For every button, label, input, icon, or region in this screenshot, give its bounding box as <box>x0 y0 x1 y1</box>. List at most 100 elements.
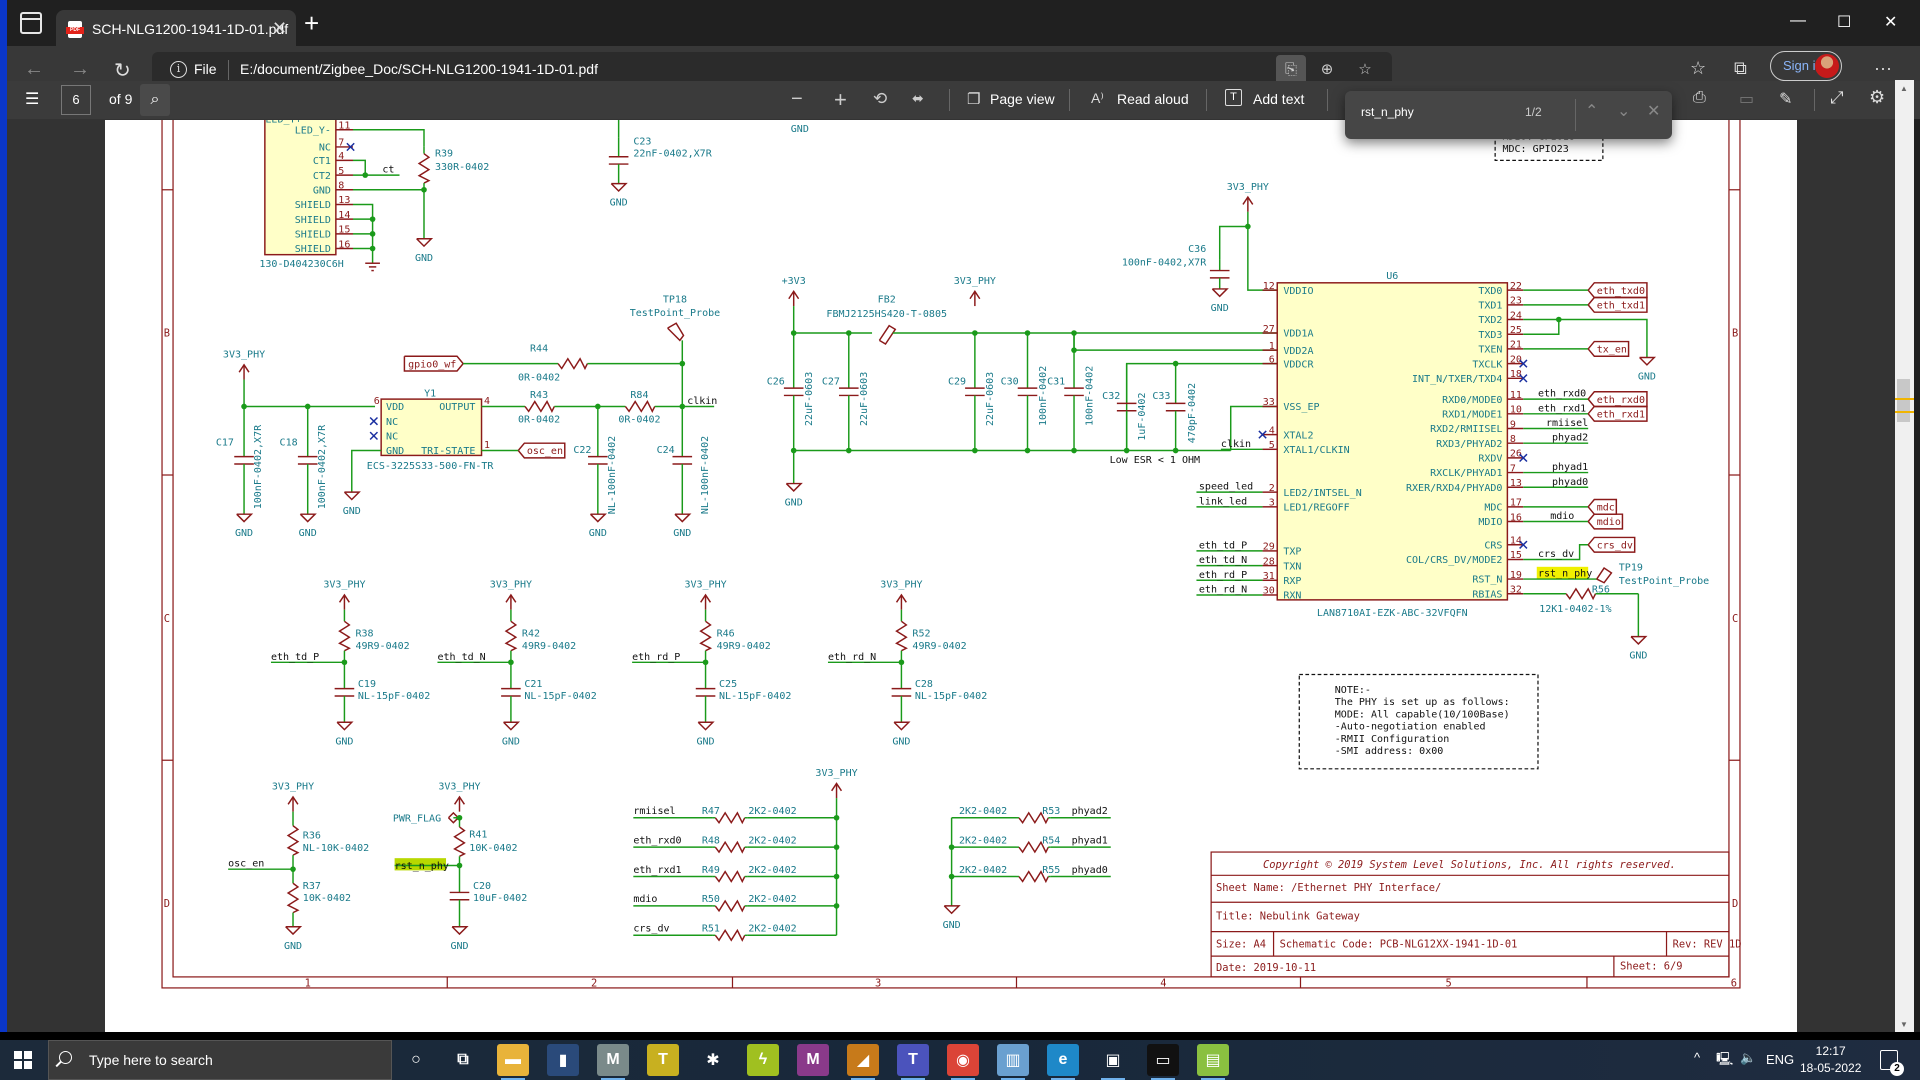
junction-dot <box>1071 447 1077 454</box>
save-icon[interactable]: ▭ <box>1739 89 1754 109</box>
more-menu-icon[interactable]: ··· <box>1874 58 1892 79</box>
table-of-contents-icon[interactable]: ☰ <box>25 89 39 109</box>
taskbar-app-notepad-plus[interactable]: ▤ <box>1197 1044 1229 1080</box>
scroll-up-arrow[interactable]: ▲ <box>1900 84 1908 93</box>
favorites-list-icon[interactable]: ☆ <box>1690 58 1706 79</box>
page-view-button[interactable]: Page view <box>990 91 1055 107</box>
taskbar-app-chrome[interactable]: ◉ <box>947 1044 979 1080</box>
reload-button[interactable]: ↻ <box>114 58 131 83</box>
zoom-out-button[interactable]: − <box>791 88 803 111</box>
component-ref: FB2 <box>878 294 896 305</box>
wire <box>697 721 715 731</box>
taskbar-app-file-explorer[interactable]: ▬ <box>497 1044 529 1080</box>
ic-pin-name: RXP <box>1283 576 1301 587</box>
taskbar-app-device-app[interactable]: ▣ <box>1097 1044 1129 1080</box>
net-label: eth_td_P <box>271 652 319 663</box>
save-as-icon[interactable]: ✎ <box>1779 89 1792 109</box>
gnd-label: GND <box>589 528 607 539</box>
back-button[interactable]: ← <box>24 58 44 81</box>
scroll-down-arrow[interactable]: ▼ <box>1900 1020 1908 1029</box>
taskbar-app-sticky-notes[interactable]: ◢ <box>847 1044 879 1080</box>
taskbar-app-cmd[interactable]: ▭ <box>1147 1044 1179 1080</box>
new-tab-button[interactable]: + <box>304 10 319 36</box>
connector-pin-name: NC <box>319 143 331 154</box>
component-ref: C17 <box>216 438 234 449</box>
previous-match-button[interactable]: ⌃ <box>1585 101 1598 121</box>
junction-dot <box>845 447 852 454</box>
network-icon[interactable]: 🖳 <box>1716 1050 1733 1072</box>
minimize-button[interactable]: — <box>1790 12 1806 30</box>
info-icon[interactable]: i <box>170 61 187 78</box>
zoom-in-button[interactable]: + <box>834 87 847 113</box>
net-label: eth_td_P <box>1199 540 1247 551</box>
taskbar-app-terminal-t[interactable]: T <box>647 1044 679 1076</box>
taskbar-app-winrar[interactable]: ▥ <box>997 1044 1029 1080</box>
page-number-input[interactable]: 6 <box>61 85 91 115</box>
taskbar-app-edge[interactable]: e <box>1047 1044 1079 1080</box>
maximize-button[interactable]: ☐ <box>1837 12 1851 32</box>
find-match-marker <box>1895 398 1914 400</box>
wire <box>503 721 521 731</box>
taskbar-app-power-app[interactable]: ϟ <box>747 1044 779 1076</box>
forward-button[interactable]: → <box>70 58 90 81</box>
gnd-label: GND <box>299 528 317 539</box>
close-window-button[interactable]: ✕ <box>1884 12 1897 32</box>
schematic-label: GND <box>386 446 404 457</box>
taskbar-app-tool-app[interactable]: ✱ <box>697 1044 729 1076</box>
wire <box>286 882 300 914</box>
taskbar-app-putty-like[interactable]: ▮ <box>547 1044 579 1076</box>
url-text[interactable]: E:/document/Zigbee_Doc/SCH-NLG1200-1941-… <box>240 61 598 77</box>
net-label: phyad0 <box>1072 865 1108 876</box>
browser-titlebar: SCH-NLG1200-1941-1D-01.pdf ✕ + — ☐ ✕ <box>0 0 1920 50</box>
fullscreen-icon[interactable]: ⤢ <box>1830 88 1844 108</box>
find-input[interactable] <box>1361 105 1511 119</box>
notification-center-icon[interactable]: 2 <box>1880 1050 1904 1076</box>
settings-gear-icon[interactable]: ⚙ <box>1869 87 1885 108</box>
taskbar-app-m-app-purple[interactable]: M <box>797 1044 829 1076</box>
ic-pin-name: MDIO <box>1478 517 1502 528</box>
component-value: 0R-0402 <box>618 414 660 425</box>
gnd-label: GND <box>610 198 628 209</box>
net-label: phyad1 <box>1072 835 1108 846</box>
wire <box>524 400 556 413</box>
close-find-button[interactable]: ✕ <box>1647 101 1660 121</box>
taskbar-app-m-app-grey[interactable]: M <box>597 1044 629 1080</box>
component-value: 2K2-0402 <box>748 865 796 876</box>
power-label: 3V3_PHY <box>1227 182 1269 193</box>
taskbar-app-cortana[interactable]: ○ <box>400 1044 432 1076</box>
tab-close-icon[interactable]: ✕ <box>272 18 287 39</box>
taskbar-search[interactable]: Type here to search <box>48 1040 392 1080</box>
component-value: 100nF-0402,X7R <box>317 424 328 509</box>
volume-icon[interactable]: 🔈 <box>1740 1050 1756 1066</box>
gnd-label: GND <box>284 941 302 952</box>
power-label: 3V3_PHY <box>954 276 996 287</box>
next-match-button[interactable]: ⌄ <box>1617 101 1630 121</box>
windows-start-icon[interactable] <box>14 1051 32 1069</box>
add-text-button[interactable]: Add text <box>1253 91 1304 107</box>
net-label: eth_rxd0 <box>633 835 681 846</box>
taskbar-app-task-view[interactable]: ⧉ <box>447 1044 479 1076</box>
read-aloud-button[interactable]: Read aloud <box>1117 91 1189 107</box>
component-ref: C31 <box>1047 376 1065 387</box>
print-icon[interactable]: ⎙ <box>1693 89 1706 107</box>
show-hidden-icons[interactable]: ^ <box>1694 1050 1700 1065</box>
tab-actions-icon[interactable] <box>20 12 42 34</box>
collections-icon[interactable]: ⧉ <box>1734 58 1747 79</box>
wire <box>1247 211 1278 291</box>
junction-dot <box>972 447 978 454</box>
sign-in-button[interactable]: Sign in <box>1770 51 1842 81</box>
taskbar-app-teams[interactable]: T <box>897 1044 929 1080</box>
vertical-scrollbar[interactable]: ▲ ▼ <box>1895 80 1914 1032</box>
search-icon[interactable]: ⌕ <box>140 84 170 116</box>
wire <box>453 826 467 857</box>
component-value: LAN8710AI-EZK-ABC-32VFQFN <box>1317 608 1468 619</box>
rotate-icon[interactable]: ⟲ <box>873 89 887 109</box>
scrollbar-thumb[interactable] <box>1897 379 1910 422</box>
language-indicator[interactable]: ENG <box>1766 1052 1794 1067</box>
frame-col-label: 3 <box>875 978 881 990</box>
tab-active[interactable]: SCH-NLG1200-1941-1D-01.pdf ✕ <box>56 10 296 50</box>
ic-pin-name: CRS <box>1484 540 1502 551</box>
fit-page-icon[interactable]: ⬌ <box>912 90 924 107</box>
global-label: crs_dv <box>1597 540 1633 551</box>
clock[interactable]: 12:17 18-05-2022 <box>1800 1043 1861 1077</box>
